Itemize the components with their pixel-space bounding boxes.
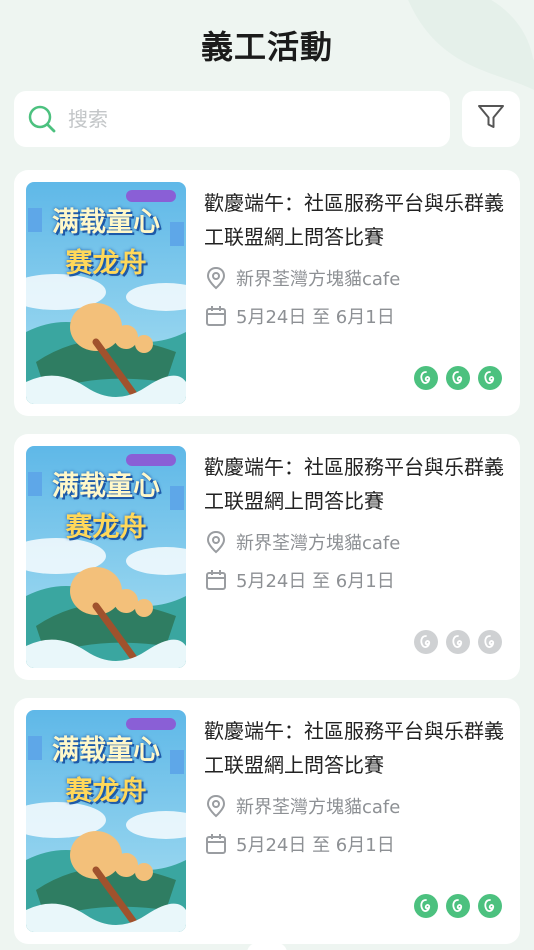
activity-title: 歡慶端午：社區服務平台與乐群義工联盟網上問答比賽 <box>204 455 504 513</box>
volunteer-badge-icon <box>414 630 438 654</box>
activity-card[interactable]: 满载童心赛龙舟 歡慶端午：社區服務平台與乐群義工联盟網上問答比賽 新界荃灣方塊貓… <box>14 698 520 944</box>
volunteer-badge-icon <box>414 366 438 390</box>
poster-title-line2: 赛龙舟 <box>65 512 147 543</box>
volunteer-badge-icon <box>446 366 470 390</box>
activity-location: 新界荃灣方塊貓cafe <box>204 264 504 292</box>
location-pin-icon <box>204 530 228 554</box>
poster-title-line2: 赛龙舟 <box>65 248 147 279</box>
activity-badges <box>414 894 502 918</box>
activity-badges <box>414 630 502 654</box>
activity-poster: 满载童心 赛龙舟 <box>26 182 186 404</box>
location-pin-icon <box>204 794 228 818</box>
date-text: 5月24日 至 6月1日 <box>236 835 395 856</box>
volunteer-badge-icon <box>478 630 502 654</box>
calendar-icon <box>204 568 228 592</box>
calendar-icon <box>204 832 228 856</box>
activity-date: 5月24日 至 6月1日 <box>204 830 504 858</box>
search-bar[interactable] <box>14 91 450 147</box>
volunteer-badge-icon <box>478 366 502 390</box>
location-text: 新界荃灣方塊貓cafe <box>236 797 401 818</box>
filter-button[interactable] <box>462 91 520 147</box>
search-icon <box>26 103 58 135</box>
location-pin-icon <box>204 266 228 290</box>
poster-title: 满载童心 赛龙舟 <box>26 200 186 280</box>
activity-location: 新界荃灣方塊貓cafe <box>204 528 504 556</box>
page-title: 義工活動 <box>200 28 333 66</box>
activity-poster: 满载童心 赛龙舟 <box>26 710 186 932</box>
activity-date: 5月24日 至 6月1日 <box>204 566 504 594</box>
activity-title: 歡慶端午：社區服務平台與乐群義工联盟網上問答比賽 <box>204 719 504 777</box>
activity-location: 新界荃灣方塊貓cafe <box>204 792 504 820</box>
activity-date: 5月24日 至 6月1日 <box>204 302 504 330</box>
poster-title: 满载童心 赛龙舟 <box>26 728 186 808</box>
search-row <box>14 91 520 147</box>
poster-title-line1: 满载童心 <box>52 735 160 766</box>
filter-icon <box>476 102 506 136</box>
date-text: 5月24日 至 6月1日 <box>236 571 395 592</box>
activity-list: 满载童心 赛龙舟 歡慶端午：社區服務平台與乐群義工联盟網上問答比賽 新界荃灣方塊貓… <box>14 170 520 950</box>
poster-title-line2: 赛龙舟 <box>65 776 147 807</box>
location-text: 新界荃灣方塊貓cafe <box>236 269 401 290</box>
location-text: 新界荃灣方塊貓cafe <box>236 533 401 554</box>
poster-title-line1: 满载童心 <box>52 207 160 238</box>
volunteer-badge-icon <box>446 894 470 918</box>
poster-title: 满载童心 赛龙舟 <box>26 464 186 544</box>
date-text: 5月24日 至 6月1日 <box>236 307 395 328</box>
activity-poster: 满载童心 赛龙舟 <box>26 446 186 668</box>
activity-info: 歡慶端午：社區服務平台與乐群義工联盟網上問答比賽 新界荃灣方塊貓cafe 5月2… <box>204 450 504 594</box>
activity-info: 歡慶端午：社區服務平台與乐群義工联盟網上問答比賽 新界荃灣方塊貓cafe 5月2… <box>204 714 504 858</box>
poster-title-line1: 满载童心 <box>52 471 160 502</box>
volunteer-badge-icon <box>446 630 470 654</box>
volunteer-badge-icon <box>478 894 502 918</box>
page-header: 義工活動 <box>0 0 534 90</box>
activity-card[interactable]: 满载童心赛龙舟 歡慶端午：社區服務平台與乐群義工联盟網上問答比賽 新界荃灣方塊貓… <box>14 434 520 680</box>
activity-title: 歡慶端午：社區服務平台與乐群義工联盟網上問答比賽 <box>204 191 504 249</box>
scroll-indicator <box>247 943 287 950</box>
activity-info: 歡慶端午：社區服務平台與乐群義工联盟網上問答比賽 新界荃灣方塊貓cafe 5月2… <box>204 186 504 330</box>
activity-card[interactable]: 满载童心赛龙舟 歡慶端午：社區服務平台與乐群義工联盟網上問答比賽 新界荃灣方塊貓… <box>14 170 520 416</box>
activity-badges <box>414 366 502 390</box>
calendar-icon <box>204 304 228 328</box>
search-input[interactable] <box>68 107 408 131</box>
volunteer-badge-icon <box>414 894 438 918</box>
